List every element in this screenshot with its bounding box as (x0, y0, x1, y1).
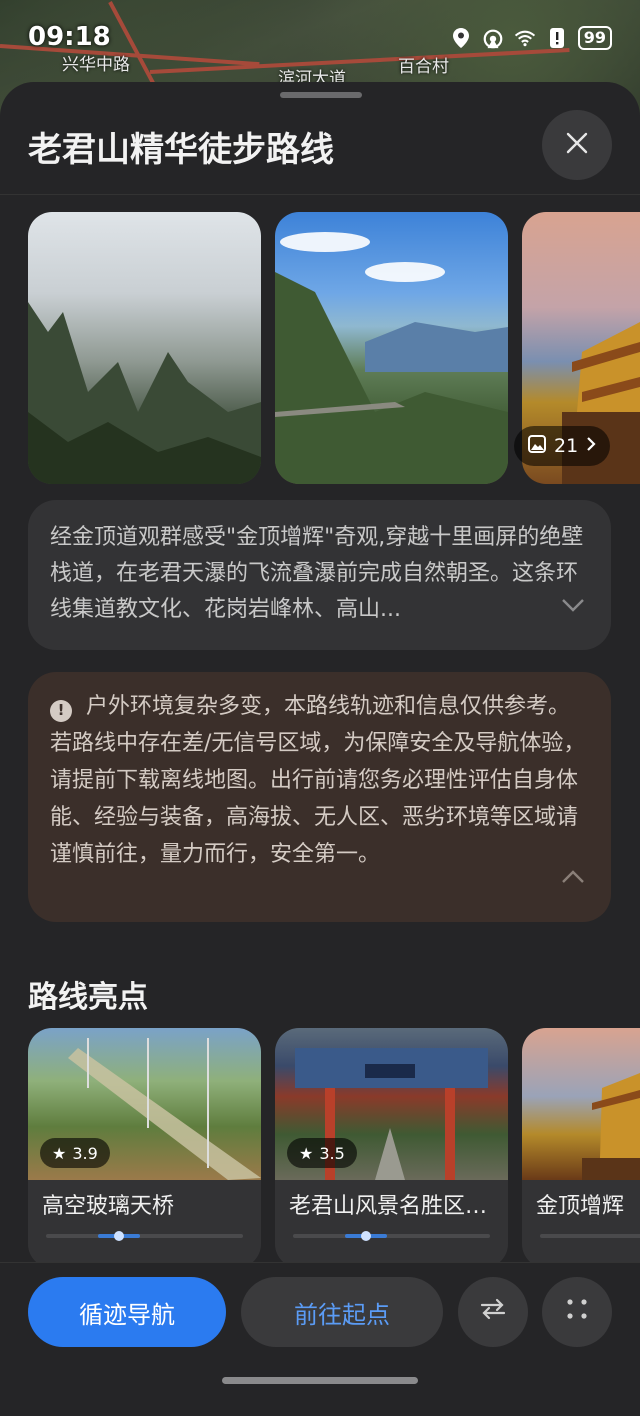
highlight-position-track (46, 1231, 243, 1241)
star-icon: ★ (52, 1143, 67, 1163)
battery-icon: 99 (577, 26, 612, 50)
route-photo[interactable] (28, 212, 261, 484)
highlight-name: 金顶增辉 (536, 1194, 625, 1219)
highlight-card[interactable]: 金顶增辉 (522, 1028, 640, 1268)
photo-carousel[interactable]: 21 (28, 212, 640, 486)
route-detail-sheet: 老君山精华徒步路线 21 经金顶道观群感受"金顶增辉"奇观,穿越十里画屏的绝壁栈 (0, 82, 640, 1416)
rating-badge: ★ 3.9 (40, 1138, 110, 1168)
description-text: 经金顶道观群感受"金顶增辉"奇观,穿越十里画屏的绝壁栈道，在老君天瀑的飞流叠瀑前… (50, 525, 584, 622)
highlight-position-track (293, 1231, 490, 1241)
close-button[interactable] (542, 110, 612, 180)
close-icon (565, 131, 589, 159)
highlight-card[interactable]: ★ 3.5 老君山风景名胜区-中天门 (275, 1028, 508, 1268)
warning-text: 户外环境复杂多变，本路线轨迹和信息仅供参考。若路线中存在差/无信号区域，为保障安… (50, 694, 586, 867)
highlight-image (522, 1028, 640, 1180)
rating-value: 3.9 (72, 1143, 98, 1163)
go-to-start-button[interactable]: 前往起点 (241, 1277, 443, 1347)
image-icon (528, 434, 546, 458)
safety-warning[interactable]: ! 户外环境复杂多变，本路线轨迹和信息仅供参考。若路线中存在差/无信号区域，为保障… (28, 672, 611, 922)
photo-count: 21 (554, 435, 579, 457)
more-options-button[interactable] (542, 1277, 612, 1347)
track-marker (113, 1231, 124, 1241)
highlight-position-track (540, 1234, 640, 1238)
chevron-up-icon[interactable] (561, 859, 585, 896)
highlight-name: 高空玻璃天桥 (42, 1194, 175, 1219)
track-navigation-button[interactable]: 循迹导航 (28, 1277, 226, 1347)
swap-icon (480, 1298, 506, 1326)
route-description[interactable]: 经金顶道观群感受"金顶增辉"奇观,穿越十里画屏的绝壁栈道，在老君天瀑的飞流叠瀑前… (28, 500, 611, 650)
track-marker (360, 1231, 371, 1241)
status-bar: 09:18 99 (0, 0, 640, 80)
swap-direction-button[interactable] (458, 1277, 528, 1347)
more-dots-icon (566, 1298, 588, 1326)
alert-icon (546, 27, 568, 49)
highlight-card[interactable]: ★ 3.9 高空玻璃天桥 (28, 1028, 261, 1268)
chevron-right-icon (586, 435, 596, 457)
highlights-title: 路线亮点 (28, 980, 148, 1015)
page-title: 老君山精华徒步路线 (28, 130, 334, 170)
rating-value: 3.5 (319, 1143, 345, 1163)
location-icon (450, 27, 472, 49)
exclamation-icon: ! (50, 699, 72, 722)
star-icon: ★ (299, 1143, 314, 1163)
rating-badge: ★ 3.5 (287, 1138, 357, 1168)
highlight-name: 老君山风景名胜区-中天门 (289, 1194, 494, 1219)
route-photo[interactable] (275, 212, 508, 484)
chevron-down-icon[interactable] (561, 588, 585, 624)
divider (0, 194, 640, 195)
bottom-action-bar: 循迹导航 前往起点 (0, 1262, 640, 1416)
wifi-icon (514, 27, 536, 49)
photo-count-badge[interactable]: 21 (514, 426, 611, 466)
drag-handle[interactable] (280, 92, 362, 98)
home-indicator[interactable] (222, 1377, 418, 1384)
hotspot-icon (482, 27, 504, 49)
status-time: 09:18 (28, 22, 111, 52)
